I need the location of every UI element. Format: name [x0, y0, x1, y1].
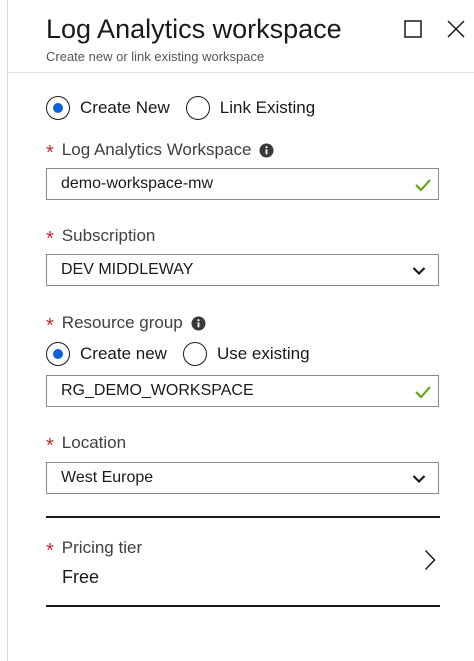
radio-label: Link Existing [219, 98, 316, 117]
resource-group-value: RG_DEMO_WORKSPACE [61, 382, 254, 399]
pricing-tier-value: Free [62, 567, 100, 587]
check-icon [415, 386, 431, 399]
workspace-label-text: Log Analytics Workspace [61, 140, 252, 159]
required-star: * [46, 142, 54, 164]
radio-rg-use-existing[interactable]: Use existing [182, 342, 310, 366]
square-icon [404, 20, 422, 38]
chevron-down-icon [412, 475, 426, 484]
resource-group-label: * Resource group [46, 313, 206, 337]
mode-radio-group: Create New Link Existing [46, 94, 331, 122]
close-icon [447, 20, 465, 38]
location-value: West Europe [61, 469, 154, 486]
radio-label: Create new [80, 344, 167, 363]
required-star: * [46, 315, 54, 337]
radio-link-existing[interactable]: Link Existing [185, 96, 316, 120]
required-star: * [46, 228, 54, 250]
required-star: * [46, 540, 54, 562]
page-title: Log Analytics workspace [46, 14, 342, 44]
radio-checked-icon [46, 342, 70, 366]
radio-label: Use existing [216, 344, 310, 363]
check-icon [415, 179, 431, 192]
workspace-label: * Log Analytics Workspace [46, 140, 274, 164]
radio-checked-icon [46, 96, 70, 120]
close-button[interactable] [445, 18, 467, 40]
resource-group-radio-group: Create new Use existing [46, 340, 326, 368]
radio-label: Create New [80, 98, 170, 117]
resource-group-input[interactable]: RG_DEMO_WORKSPACE [46, 375, 439, 407]
resource-group-label-text: Resource group [61, 313, 183, 332]
section-divider-bottom [46, 605, 440, 607]
location-dropdown[interactable]: West Europe [46, 462, 439, 494]
subscription-label-text: Subscription [61, 226, 156, 245]
location-label-text: Location [61, 433, 127, 452]
chevron-right-icon [424, 549, 436, 571]
required-star: * [46, 435, 54, 457]
workspace-name-value: demo-workspace-mw [61, 175, 214, 192]
pricing-tier-selector[interactable]: * Pricing tier Free [46, 518, 440, 606]
subscription-value: DEV MIDDLEWAY [61, 261, 194, 278]
radio-unchecked-icon [182, 342, 207, 366]
subscription-label: * Subscription [46, 226, 156, 250]
radio-rg-create-new[interactable]: Create new [46, 342, 167, 366]
chevron-down-icon [412, 267, 426, 276]
maximize-button[interactable] [402, 18, 424, 40]
location-label: * Location [46, 433, 127, 457]
blade-header: Log Analytics workspace Create new or li… [8, 0, 474, 73]
info-icon[interactable] [259, 143, 274, 158]
radio-create-new[interactable]: Create New [46, 96, 170, 120]
pricing-tier-label-text: Pricing tier [61, 538, 143, 557]
pricing-tier-label: * Pricing tier [46, 538, 143, 562]
info-icon[interactable] [191, 316, 206, 331]
subscription-dropdown[interactable]: DEV MIDDLEWAY [46, 254, 439, 286]
radio-unchecked-icon [185, 96, 210, 120]
workspace-name-input[interactable]: demo-workspace-mw [46, 168, 439, 200]
panel-left-border [7, 0, 8, 661]
page-subtitle: Create new or link existing workspace [46, 49, 265, 64]
